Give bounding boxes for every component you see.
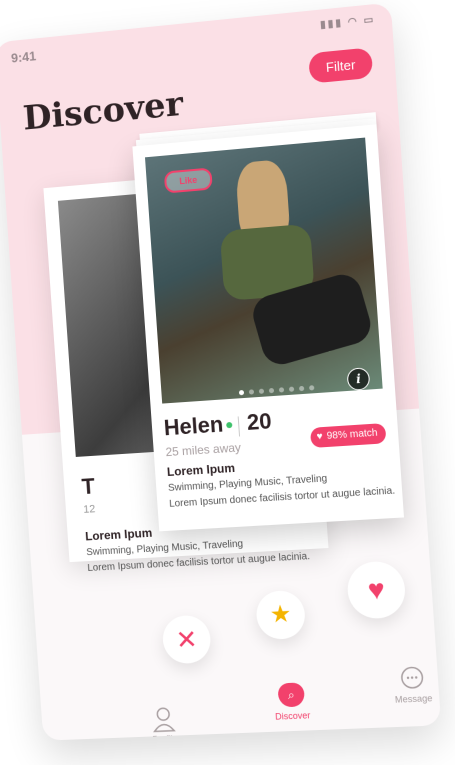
profile-subtitle: Lorem Ipum: [166, 460, 236, 480]
star-icon: ★: [268, 600, 293, 629]
photo-dot[interactable]: [258, 388, 265, 394]
match-badge: ♥ 98% match: [309, 422, 387, 448]
photo-dot[interactable]: [298, 385, 305, 392]
message-icon: [375, 662, 441, 695]
profile-age: 20: [246, 408, 273, 435]
photo-dot[interactable]: [288, 386, 295, 392]
online-indicator: [225, 421, 233, 429]
like-button[interactable]: ♥: [345, 560, 407, 620]
phone-screen: 9:41 ▮▮▮ ◠ ▭ Discover Filter T 12 Lorem …: [0, 2, 442, 741]
heart-icon: ♥: [366, 573, 386, 606]
close-icon: ✕: [174, 624, 199, 655]
back-profile-subtitle: Lorem Ipum: [84, 525, 153, 544]
back-profile-distance: 12: [82, 503, 96, 516]
superlike-button[interactable]: ★: [254, 589, 307, 641]
back-profile-name: T: [80, 473, 96, 500]
like-tag: Like: [163, 167, 213, 194]
status-time: 9:41: [10, 48, 37, 66]
info-icon[interactable]: i: [346, 367, 371, 391]
match-label: 98% match: [326, 427, 378, 442]
profile-photo[interactable]: Like i: [144, 137, 383, 404]
photo-pagination[interactable]: [238, 377, 319, 396]
profile-name: Helen: [163, 411, 224, 441]
photo-dot[interactable]: [238, 389, 245, 396]
nav-profile[interactable]: Profile: [128, 703, 199, 741]
nav-message[interactable]: Message: [375, 662, 441, 706]
dislike-button[interactable]: ✕: [161, 614, 212, 665]
user-icon: [128, 703, 199, 735]
photo-dot[interactable]: [248, 389, 255, 395]
discover-search-icon: ⌕: [277, 682, 306, 708]
heart-icon: ♥: [316, 431, 324, 443]
nav-discover[interactable]: ⌕ Discover: [255, 681, 328, 722]
name-row: Helen 20: [163, 408, 273, 445]
photo-dot[interactable]: [278, 387, 285, 393]
name-divider: [237, 416, 240, 437]
nav-message-label: Message: [394, 693, 433, 705]
photo-dot[interactable]: [309, 385, 315, 391]
profile-card[interactable]: Like i Helen 20 25 miles away ♥ 98% match …: [132, 124, 405, 532]
photo-dot[interactable]: [268, 387, 275, 394]
nav-discover-label: Discover: [274, 710, 311, 722]
